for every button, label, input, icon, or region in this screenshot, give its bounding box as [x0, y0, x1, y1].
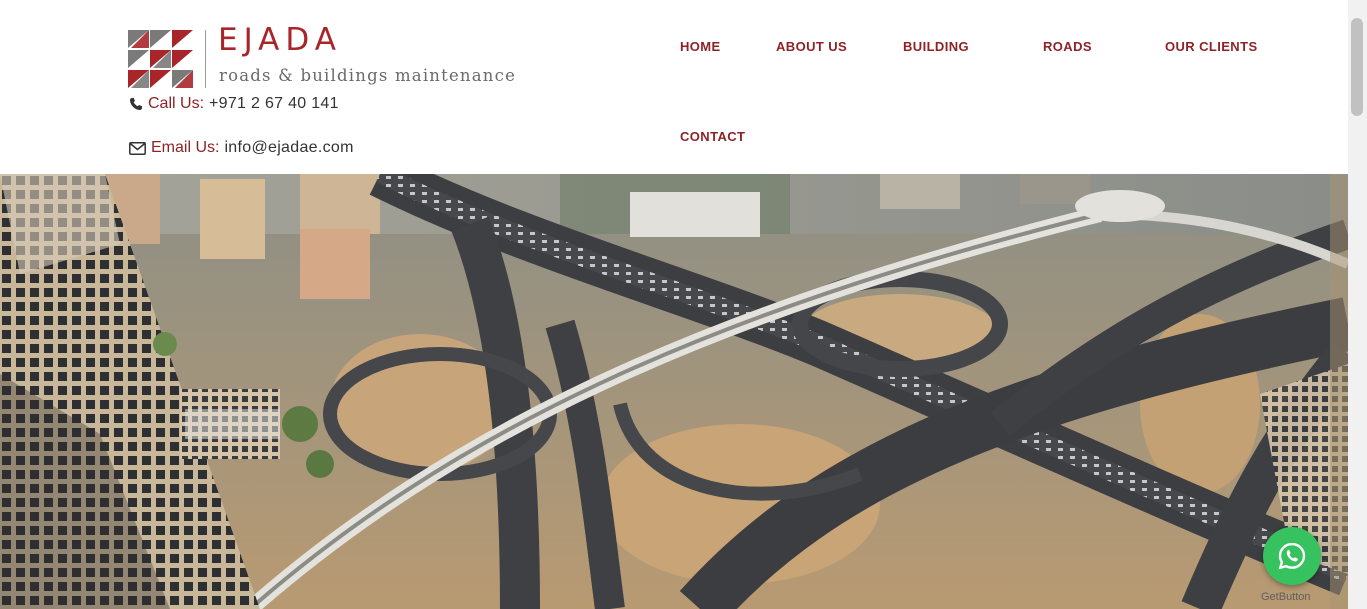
brand-name[interactable]: EJADA	[218, 22, 342, 58]
page-scrollbar[interactable]	[1348, 0, 1367, 609]
whatsapp-button[interactable]	[1263, 527, 1321, 585]
site-header: EJADA roads & buildings maintenance Call…	[0, 0, 1348, 174]
whatsapp-icon	[1278, 542, 1306, 570]
hero-image	[0, 174, 1348, 609]
hero-banner	[0, 174, 1348, 609]
nav-building[interactable]: BUILDING	[903, 39, 969, 54]
getbutton-caption: GetButton	[1261, 591, 1311, 603]
phone-number[interactable]: +971 2 67 40 141	[209, 95, 339, 113]
email-us-label: Email Us:	[151, 139, 220, 156]
nav-contact[interactable]: CONTACT	[680, 129, 745, 144]
brand-tagline: roads & buildings maintenance	[219, 66, 517, 85]
scrollbar-thumb[interactable]	[1351, 18, 1363, 116]
nav-roads[interactable]: ROADS	[1043, 39, 1092, 54]
nav-home[interactable]: HOME	[680, 39, 721, 54]
call-us-label: Call Us:	[148, 95, 205, 112]
envelope-icon	[129, 141, 146, 155]
email-address[interactable]: info@ejadae.com	[224, 139, 353, 157]
email-us-line: Email Us: info@ejadae.com	[129, 139, 354, 157]
call-us-line: Call Us: +971 2 67 40 141	[129, 95, 339, 113]
logo-divider	[205, 30, 206, 88]
nav-our-clients[interactable]: OUR CLIENTS	[1165, 39, 1258, 54]
nav-about-us[interactable]: ABOUT US	[776, 39, 847, 54]
logo-mark-icon[interactable]	[128, 28, 194, 88]
phone-icon	[129, 97, 143, 111]
